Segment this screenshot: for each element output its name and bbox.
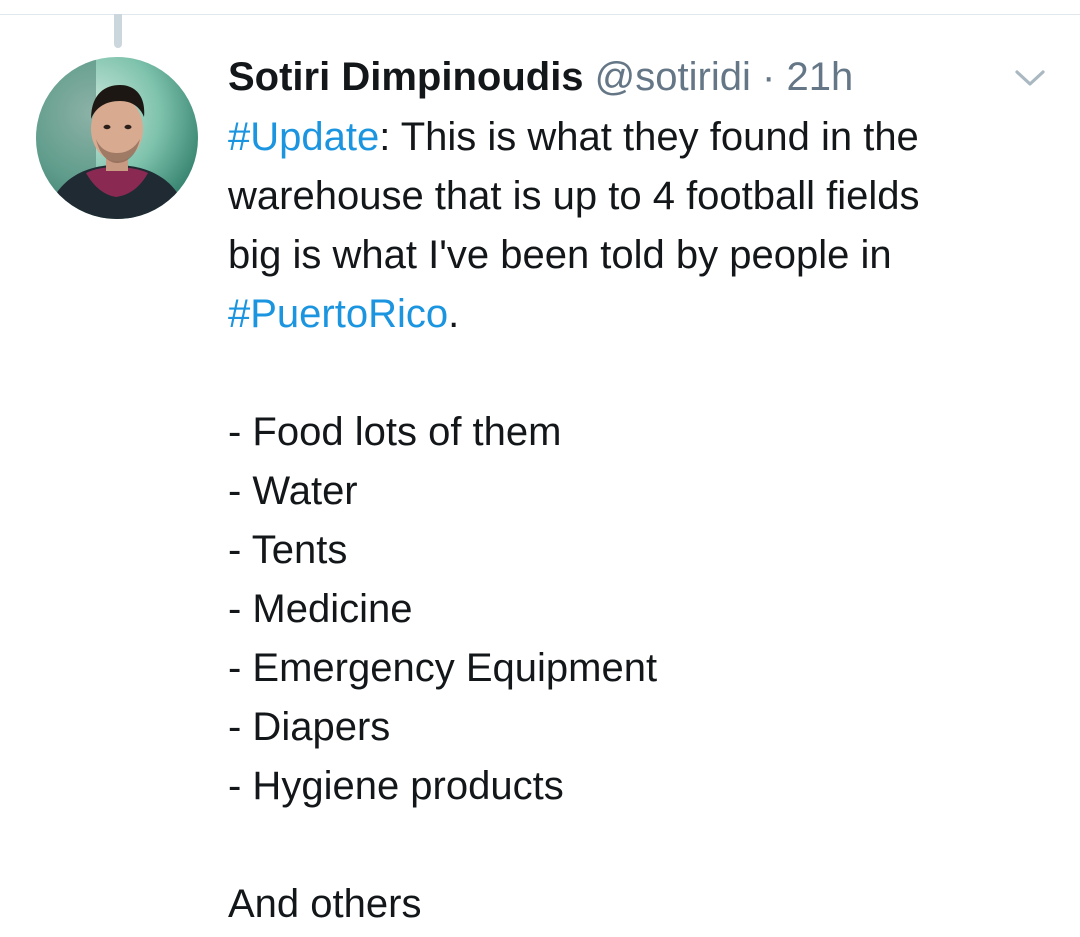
list-item: - Diapers bbox=[228, 705, 391, 749]
tweet-line-1: #Update: This is what they found in the bbox=[228, 108, 1048, 167]
tweet-header: Sotiri Dimpinoudis @sotiridi · 21h bbox=[228, 52, 1008, 102]
list-item: - Food lots of them bbox=[228, 410, 562, 454]
hashtag-puertorico[interactable]: #PuertoRico bbox=[228, 292, 448, 336]
tweet-text: #Update: This is what they found in the w… bbox=[228, 108, 1048, 934]
list-item: - Medicine bbox=[228, 587, 413, 631]
tweet-closing: And others bbox=[228, 882, 422, 926]
tweet-line-1-text: : This is what they found in the bbox=[379, 115, 919, 159]
avatar-photo bbox=[36, 57, 198, 219]
tweet-timestamp[interactable]: 21h bbox=[786, 55, 853, 99]
header-separator: · bbox=[762, 55, 776, 99]
list-item: - Tents bbox=[228, 528, 348, 572]
tweet-line-4-suffix: . bbox=[448, 292, 460, 336]
chevron-down-icon[interactable] bbox=[1012, 66, 1048, 90]
tweet-line-2: warehouse that is up to 4 football field… bbox=[228, 174, 920, 218]
tweet-line-4: #PuertoRico. bbox=[228, 285, 1048, 344]
author-handle[interactable]: @sotiridi bbox=[595, 55, 751, 99]
top-divider bbox=[0, 14, 1080, 15]
avatar[interactable] bbox=[36, 57, 198, 219]
tweet-line-3: big is what I've been told by people in bbox=[228, 233, 892, 277]
list-item: - Hygiene products bbox=[228, 764, 564, 808]
hashtag-update[interactable]: #Update bbox=[228, 115, 379, 159]
author-display-name[interactable]: Sotiri Dimpinoudis bbox=[228, 55, 584, 99]
thread-connector-line bbox=[114, 14, 122, 48]
list-item: - Water bbox=[228, 469, 358, 513]
list-item: - Emergency Equipment bbox=[228, 646, 658, 690]
